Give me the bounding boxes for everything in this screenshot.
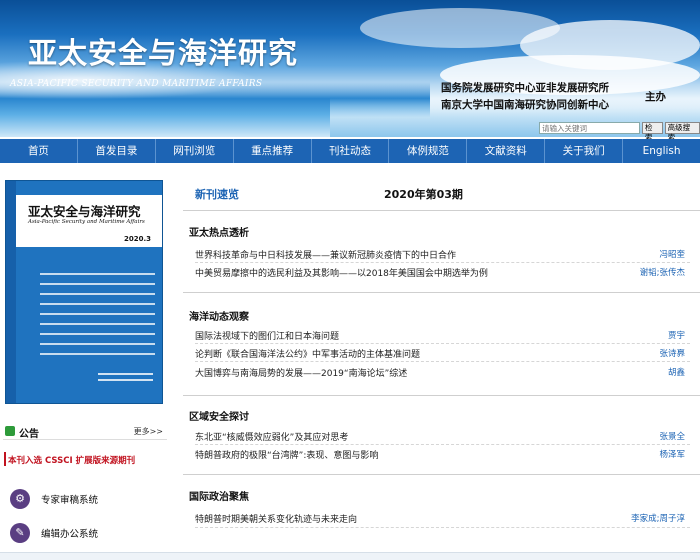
notice-header: 公告 更多>> <box>3 424 167 440</box>
article-row[interactable]: 中美贸易摩擦中的选民利益及其影响——以2018年美国国会中期选举为例 谢韬;张传… <box>195 266 685 280</box>
footer-strip <box>0 552 700 560</box>
cover-subtitle: Asia-Pacific Security and Maritime Affai… <box>28 219 145 225</box>
row-divider <box>195 527 690 528</box>
category-title: 国际政治聚焦 <box>189 492 249 503</box>
journal-cover[interactable]: 亚太安全与海洋研究 Asia-Pacific Security and Mari… <box>5 180 163 404</box>
article-row[interactable]: 东北亚“核威慑效应弱化”及其应对思考 张景全 <box>195 430 685 444</box>
row-divider <box>195 343 690 344</box>
divider <box>183 474 700 475</box>
category-title: 亚太热点透析 <box>189 228 249 239</box>
article-row[interactable]: 论判断《联合国海洋法公约》中军事活动的主体基准问题 张诗奡 <box>195 347 685 361</box>
issue-number: 2020年第03期 <box>384 188 463 201</box>
article-row[interactable]: 特朗普时期美朝关系变化轨迹与未来走向 李家成;周子淳 <box>195 512 685 526</box>
editor-office-system-link[interactable]: ✎ 编辑办公系统 <box>10 521 165 545</box>
article-title[interactable]: 特朗普时期美朝关系变化轨迹与未来走向 <box>195 512 357 525</box>
edit-icon: ✎ <box>10 523 30 543</box>
article-author: 杨泽军 <box>659 450 685 460</box>
advanced-search-button[interactable]: 高级搜索 <box>664 122 700 142</box>
nav-item-english[interactable]: English <box>623 139 700 163</box>
article-row[interactable]: 特朗普政府的极限“台湾牌”:表现、意图与影响 杨泽军 <box>195 448 685 462</box>
nav-item-news[interactable]: 刊社动态 <box>312 139 390 163</box>
system-label: 编辑办公系统 <box>41 529 99 540</box>
row-divider <box>195 444 690 445</box>
nav-item-about[interactable]: 关于我们 <box>545 139 624 163</box>
notice-item[interactable]: 本刊入选 CSSCI 扩展版来源期刊 <box>3 452 135 466</box>
sponsor-org: 南京大学中国南海研究协同创新中心 <box>441 99 609 111</box>
article-author: 冯昭奎 <box>659 250 685 260</box>
new-issue-heading: 新刊速览 <box>195 188 239 201</box>
nav-item-browse[interactable]: 网刊浏览 <box>156 139 234 163</box>
reviewer-icon: ⚙ <box>10 489 30 509</box>
site-title-en: ASIA-PACIFIC SECURITY AND MARITIME AFFAI… <box>10 79 263 89</box>
article-author: 胡鑫 <box>667 368 685 378</box>
expert-review-system-link[interactable]: ⚙ 专家审稿系统 <box>10 487 165 511</box>
nav-item-home[interactable]: 首页 <box>0 139 78 163</box>
cover-spine <box>6 181 16 403</box>
article-title[interactable]: 大国博弈与南海局势的发展——2019“南海论坛”综述 <box>195 366 407 379</box>
article-title[interactable]: 论判断《联合国海洋法公约》中军事活动的主体基准问题 <box>195 347 420 360</box>
notice-label: 公告 <box>19 429 39 440</box>
article-title[interactable]: 国际法视域下的图们江和日本海问题 <box>195 329 339 342</box>
search-input[interactable] <box>539 122 640 134</box>
row-divider <box>195 361 690 362</box>
search-bar: 检索 高级搜索 <box>539 122 700 142</box>
sponsor-org: 国务院发展研究中心亚非发展研究所 <box>441 82 609 94</box>
divider <box>183 210 700 211</box>
notice-more-link[interactable]: 更多>> <box>134 426 163 437</box>
nav-item-featured[interactable]: 重点推荐 <box>234 139 312 163</box>
article-title[interactable]: 世界科技革命与中日科技发展——兼议新冠肺炎疫情下的中日合作 <box>195 248 456 261</box>
row-divider <box>195 262 690 263</box>
header-banner: 亚太安全与海洋研究 ASIA-PACIFIC SECURITY AND MARI… <box>0 0 700 137</box>
site-title-cn: 亚太安全与海洋研究 <box>28 36 299 70</box>
search-button[interactable]: 检索 <box>642 122 663 142</box>
article-row[interactable]: 国际法视域下的图们江和日本海问题 贾宇 <box>195 329 685 343</box>
cover-title: 亚太安全与海洋研究 <box>28 204 141 219</box>
category-title: 区域安全探讨 <box>189 412 249 423</box>
host-label: 主办 <box>645 91 666 103</box>
nav-item-documents[interactable]: 文献资料 <box>467 139 546 163</box>
notice-icon <box>5 426 15 436</box>
divider <box>183 292 700 293</box>
article-title[interactable]: 中美贸易摩擦中的选民利益及其影响——以2018年美国国会中期选举为例 <box>195 266 488 279</box>
system-label: 专家审稿系统 <box>41 495 99 506</box>
nav-item-style-guide[interactable]: 体例规范 <box>389 139 468 163</box>
article-row[interactable]: 大国博弈与南海局势的发展——2019“南海论坛”综述 胡鑫 <box>195 366 685 380</box>
divider <box>183 395 700 396</box>
article-author: 李家成;周子淳 <box>631 514 685 524</box>
cover-contents <box>40 273 155 363</box>
article-author: 张景全 <box>659 432 685 442</box>
article-title[interactable]: 特朗普政府的极限“台湾牌”:表现、意图与影响 <box>195 448 378 461</box>
article-author: 谢韬;张传杰 <box>639 268 685 278</box>
cover-issue: 2020.3 <box>124 235 152 243</box>
article-row[interactable]: 世界科技革命与中日科技发展——兼议新冠肺炎疫情下的中日合作 冯昭奎 <box>195 248 685 262</box>
article-author: 张诗奡 <box>659 349 685 359</box>
nav-item-online-first[interactable]: 首发目录 <box>78 139 156 163</box>
article-author: 贾宇 <box>667 331 685 341</box>
main-nav: 首页 首发目录 网刊浏览 重点推荐 刊社动态 体例规范 文献资料 关于我们 En… <box>0 139 700 163</box>
sponsor-orgs: 国务院发展研究中心亚非发展研究所 南京大学中国南海研究协同创新中心 <box>441 80 609 114</box>
article-title[interactable]: 东北亚“核威慑效应弱化”及其应对思考 <box>195 430 348 443</box>
category-title: 海洋动态观察 <box>189 312 249 323</box>
cover-footer <box>98 373 153 385</box>
